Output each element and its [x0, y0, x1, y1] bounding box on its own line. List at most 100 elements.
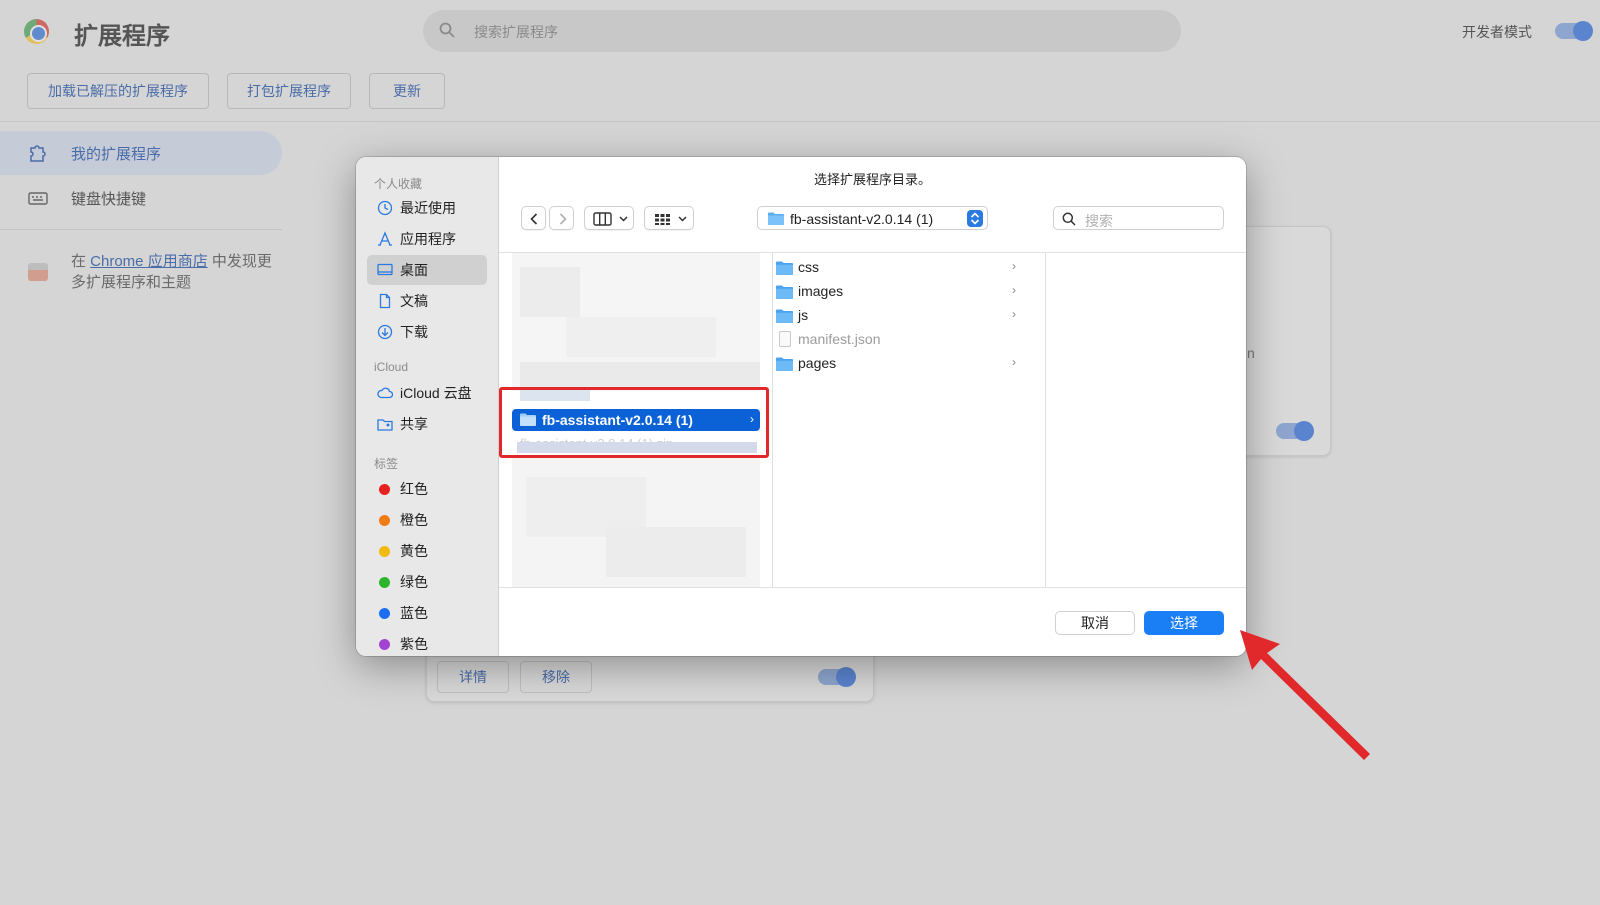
- dialog-search-input[interactable]: 搜索: [1053, 206, 1224, 230]
- item-name: pages: [798, 355, 837, 371]
- tag-purple[interactable]: 紫色: [367, 629, 487, 656]
- tag-yellow[interactable]: 黄色: [367, 536, 487, 566]
- columns-view-icon: [593, 212, 628, 226]
- item-name: images: [798, 283, 844, 299]
- green-tag-dot-icon: [379, 576, 390, 588]
- choose-button[interactable]: 选择: [1144, 611, 1224, 635]
- cloud-icon: [377, 387, 393, 399]
- dialog-title: 选择扩展程序目录。: [813, 172, 931, 187]
- blurred-file-list: [606, 527, 746, 577]
- purple-tag-dot-icon: [379, 638, 390, 650]
- tag-blue[interactable]: 蓝色: [367, 598, 487, 628]
- red-tag-dot-icon: [379, 483, 390, 495]
- search-placeholder: 搜索: [1085, 213, 1113, 229]
- chrome-logo-icon: [24, 19, 49, 44]
- list-item[interactable]: css ›: [776, 257, 1016, 279]
- column-divider: [772, 253, 773, 587]
- search-icon: [1062, 212, 1076, 226]
- search-placeholder: 搜索扩展程序: [474, 24, 558, 40]
- tag-green[interactable]: 绿色: [367, 567, 487, 597]
- chevron-right-icon: ›: [1012, 259, 1016, 273]
- cancel-button[interactable]: 取消: [1055, 611, 1135, 635]
- sidebar-item-documents[interactable]: 文稿: [367, 286, 487, 316]
- folder-icon: [768, 212, 784, 225]
- folder-icon: [776, 285, 793, 299]
- chevron-left-icon: [530, 213, 538, 225]
- sidebar-item-icloud-drive[interactable]: iCloud 云盘: [367, 378, 487, 408]
- blue-tag-dot-icon: [379, 607, 390, 619]
- blurred-file-list: [520, 267, 580, 317]
- sidebar-item-label: 蓝色: [400, 605, 428, 621]
- sidebar-item-downloads[interactable]: 下载: [367, 317, 487, 347]
- list-item[interactable]: pages ›: [776, 353, 1016, 375]
- shared-folder-icon: [377, 419, 393, 431]
- web-store-promo: 在 Chrome 应用商店 中发现更多扩展程序和主题: [71, 251, 281, 293]
- column-divider: [1045, 253, 1046, 587]
- chevron-right-icon: ›: [1012, 283, 1016, 297]
- folder-icon: [776, 261, 793, 275]
- blurred-file-list: [566, 317, 716, 357]
- sidebar-item-shared[interactable]: 共享: [367, 409, 487, 439]
- sidebar-item-label: 绿色: [400, 574, 428, 590]
- extension-search-input[interactable]: 搜索扩展程序: [423, 10, 1181, 52]
- chevron-updown-icon: [967, 210, 983, 227]
- tag-red[interactable]: 红色: [367, 474, 487, 504]
- page-title: 扩展程序: [74, 23, 170, 50]
- file-chooser-dialog: 个人收藏 最近使用 应用程序 桌面 文稿 下载 iCloud iCloud 云盘: [356, 157, 1246, 656]
- item-name: js: [798, 307, 809, 323]
- folder-icon: [776, 357, 793, 371]
- list-item[interactable]: js ›: [776, 305, 1016, 327]
- group-by-button[interactable]: [644, 206, 694, 230]
- web-store-link[interactable]: Chrome 应用商店: [90, 253, 208, 270]
- extension-card: n: [1235, 226, 1331, 456]
- sidebar-item-my-extensions[interactable]: 我的扩展程序: [0, 131, 282, 175]
- blurred-file-list: [520, 362, 760, 388]
- sidebar-item-label: 应用程序: [400, 231, 456, 247]
- web-store-icon: [28, 263, 48, 281]
- item-name: css: [798, 259, 819, 275]
- sidebar-item-recents[interactable]: 最近使用: [367, 193, 487, 223]
- update-button[interactable]: 更新: [369, 73, 445, 109]
- location-popup[interactable]: fb-assistant-v2.0.14 (1): [757, 206, 988, 230]
- location-label: fb-assistant-v2.0.14 (1): [790, 211, 934, 227]
- favorites-header: 个人收藏: [374, 177, 423, 191]
- folder-icon: [776, 309, 793, 323]
- sidebar-item-label: 红色: [400, 481, 428, 497]
- sidebar-item-label: 共享: [400, 416, 428, 432]
- grid-icon: [655, 214, 687, 225]
- sidebar-divider: [0, 229, 282, 230]
- icloud-header: iCloud: [374, 360, 409, 374]
- sidebar-item-label: 橙色: [400, 512, 428, 528]
- browser-bottom-divider: [499, 587, 1246, 588]
- extension-enable-toggle[interactable]: [818, 667, 856, 687]
- sidebar-item-keyboard-shortcuts[interactable]: 键盘快捷键: [0, 176, 282, 220]
- document-icon: [379, 293, 391, 309]
- red-arrow-annotation: [1240, 630, 1370, 760]
- yellow-tag-dot-icon: [379, 545, 390, 557]
- view-mode-button[interactable]: [584, 206, 634, 230]
- remove-button[interactable]: 移除: [520, 661, 592, 693]
- sidebar-item-label: 桌面: [400, 262, 428, 278]
- load-unpacked-button[interactable]: 加载已解压的扩展程序: [27, 73, 209, 109]
- store-prefix: 在: [71, 253, 91, 270]
- tag-orange[interactable]: 橙色: [367, 505, 487, 535]
- sidebar-item-label: 键盘快捷键: [71, 190, 147, 208]
- sidebar-item-applications[interactable]: 应用程序: [367, 224, 487, 254]
- developer-mode-label: 开发者模式: [1462, 24, 1532, 40]
- keyboard-icon: [28, 192, 48, 205]
- developer-mode-toggle[interactable]: [1555, 21, 1593, 41]
- chevron-right-icon: ›: [1012, 307, 1016, 321]
- card-text: n: [1247, 345, 1255, 361]
- extension-enable-toggle[interactable]: [1276, 421, 1314, 441]
- list-item: manifest.json: [776, 329, 1016, 351]
- details-button[interactable]: 详情: [437, 661, 509, 693]
- pack-extension-button[interactable]: 打包扩展程序: [227, 73, 351, 109]
- list-item[interactable]: images ›: [776, 281, 1016, 303]
- sidebar-item-desktop[interactable]: 桌面: [367, 255, 487, 285]
- tags-header: 标签: [374, 457, 399, 471]
- sidebar-item-label: 文稿: [400, 293, 428, 309]
- sidebar-item-label: iCloud 云盘: [400, 385, 472, 401]
- sidebar-item-label: 紫色: [400, 636, 428, 652]
- forward-button[interactable]: [549, 206, 574, 230]
- back-button[interactable]: [521, 206, 546, 230]
